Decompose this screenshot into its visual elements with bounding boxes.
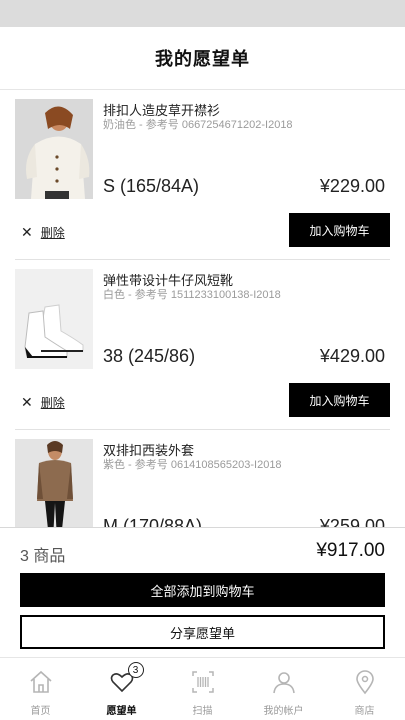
boots-photo-icon [15,269,93,369]
share-wishlist-button[interactable]: 分享愿望单 [20,615,385,649]
page-header: 我的愿望单 [0,27,405,90]
tab-label: 我的帐户 [263,706,304,717]
add-to-cart-button[interactable]: 加入购物车 [289,383,390,417]
remove-label: 删除 [40,226,65,240]
add-to-cart-button[interactable]: 加入购物车 [289,213,390,247]
total-price: ¥917.00 [316,540,385,561]
remove-label: 删除 [40,396,65,410]
list-item: 弹性带设计牛仔风短靴 白色 - 参考号 1511233100138-I2018 … [15,260,390,430]
blazer-photo-icon [15,439,93,527]
tab-wishlist[interactable]: 3 愿望单 [81,658,162,720]
product-meta: 白色 - 参考号 1511233100138-I2018 [103,289,281,301]
tab-label: 愿望单 [106,706,137,717]
bottom-tab-bar: 首页 3 愿望单 扫描 我的帐户 商店 [0,657,405,720]
product-meta: 奶油色 - 参考号 0667254671202-I2018 [103,119,293,131]
wishlist-summary: 3 商品 ¥917.00 全部添加到购物车 分享愿望单 [0,527,405,657]
add-all-to-cart-button[interactable]: 全部添加到购物车 [20,573,385,607]
product-image[interactable] [15,269,93,369]
product-price: ¥229.00 [319,176,385,196]
product-image[interactable] [15,439,93,527]
remove-button[interactable]: ✕ 删除 [21,394,65,411]
wishlist-items[interactable]: 排扣人造皮草开襟衫 奶油色 - 参考号 0667254671202-I2018 … [0,90,405,527]
user-icon [270,668,298,696]
tab-stores[interactable]: 商店 [324,658,405,720]
location-pin-icon [351,668,379,696]
product-size: M (170/88A) [103,516,203,527]
product-price: ¥259.00 [319,516,385,527]
barcode-icon [189,668,217,696]
tab-label: 首页 [30,706,51,717]
product-size: S (165/84A) [103,176,200,196]
item-count: 3 商品 [20,548,66,565]
close-icon: ✕ [21,394,33,410]
cardigan-photo-icon [15,99,93,199]
tab-label: 扫描 [192,706,213,717]
list-item: 双排扣西装外套 紫色 - 参考号 0614108565203-I2018 M (… [15,430,390,527]
page-title: 我的愿望单 [155,49,250,69]
tab-scan[interactable]: 扫描 [162,658,243,720]
tab-home[interactable]: 首页 [0,658,81,720]
close-icon: ✕ [21,224,33,240]
remove-button[interactable]: ✕ 删除 [21,224,65,241]
tab-account[interactable]: 我的帐户 [243,658,324,720]
wishlist-count-badge: 3 [127,662,144,678]
product-meta: 紫色 - 参考号 0614108565203-I2018 [103,459,282,471]
tab-label: 商店 [354,706,375,717]
product-size: 38 (245/86) [103,346,196,366]
list-item: 排扣人造皮草开襟衫 奶油色 - 参考号 0667254671202-I2018 … [15,90,390,260]
product-image[interactable] [15,99,93,199]
product-price: ¥429.00 [319,346,385,366]
home-icon [27,668,55,696]
status-bar [0,0,405,27]
